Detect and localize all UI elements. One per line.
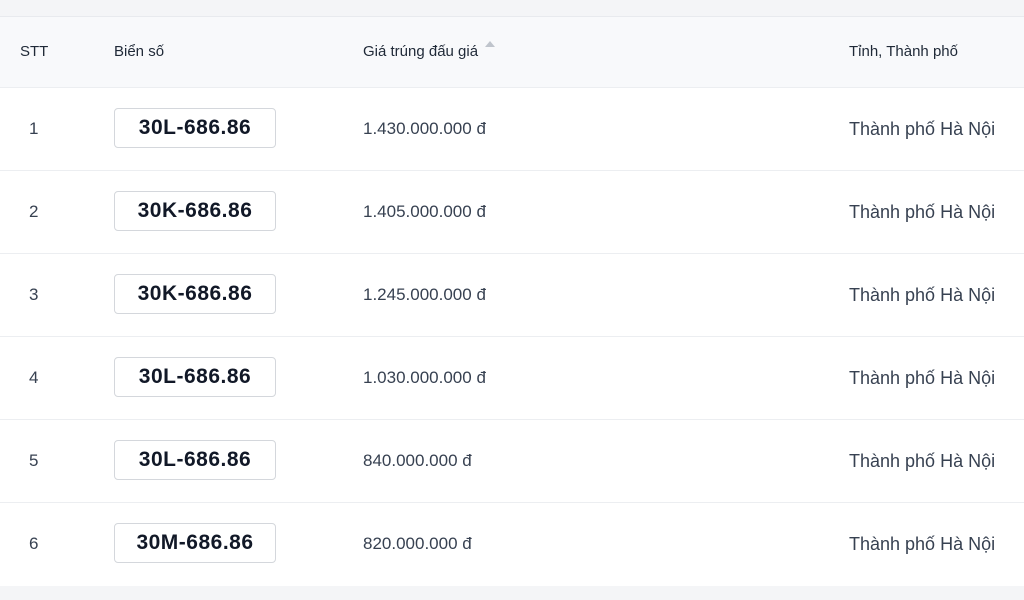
header-province: Tỉnh, Thành phố bbox=[849, 43, 958, 60]
cell-stt: 1 bbox=[29, 119, 39, 138]
table-row: 1 30L-686.86 1.430.000.000 đ Thành phố H… bbox=[0, 88, 1024, 171]
table-header: STT Biển số Giá trúng đấu giá Tỉnh, Thàn… bbox=[0, 17, 1024, 88]
cell-province: Thành phố Hà Nội bbox=[849, 285, 996, 305]
cell-stt: 5 bbox=[29, 451, 39, 470]
cell-price: 1.405.000.000 đ bbox=[363, 202, 486, 221]
cell-stt: 4 bbox=[29, 368, 39, 387]
cell-province: Thành phố Hà Nội bbox=[849, 119, 996, 139]
table-row: 6 30M-686.86 820.000.000 đ Thành phố Hà … bbox=[0, 503, 1024, 586]
cell-plate: 30L-686.86 bbox=[114, 108, 276, 148]
cell-province: Thành phố Hà Nội bbox=[849, 202, 996, 222]
page: STT Biển số Giá trúng đấu giá Tỉnh, Thàn… bbox=[0, 0, 1024, 600]
cell-price: 1.245.000.000 đ bbox=[363, 285, 486, 304]
table-row: 4 30L-686.86 1.030.000.000 đ Thành phố H… bbox=[0, 337, 1024, 420]
table-row: 2 30K-686.86 1.405.000.000 đ Thành phố H… bbox=[0, 171, 1024, 254]
license-plate[interactable]: 30M-686.86 bbox=[114, 523, 276, 563]
header-price-label: Giá trúng đấu giá bbox=[363, 43, 479, 60]
cell-plate: 30L-686.86 bbox=[114, 357, 276, 397]
header-plate: Biển số bbox=[114, 43, 165, 60]
header-price[interactable]: Giá trúng đấu giá bbox=[363, 17, 496, 87]
cell-price: 840.000.000 đ bbox=[363, 451, 472, 470]
cell-plate: 30K-686.86 bbox=[114, 191, 276, 231]
cell-stt: 3 bbox=[29, 285, 39, 304]
license-plate[interactable]: 30L-686.86 bbox=[114, 357, 276, 397]
license-plate[interactable]: 30L-686.86 bbox=[114, 108, 276, 148]
cell-plate: 30L-686.86 bbox=[114, 440, 276, 480]
sort-ascending-icon[interactable] bbox=[485, 41, 496, 47]
table-row: 3 30K-686.86 1.245.000.000 đ Thành phố H… bbox=[0, 254, 1024, 337]
license-plate[interactable]: 30K-686.86 bbox=[114, 274, 276, 314]
cell-price: 1.030.000.000 đ bbox=[363, 368, 486, 387]
top-strip bbox=[0, 0, 1024, 10]
cell-plate: 30K-686.86 bbox=[114, 274, 276, 314]
cell-price: 820.000.000 đ bbox=[363, 534, 472, 553]
cell-stt: 6 bbox=[29, 534, 39, 553]
cell-stt: 2 bbox=[29, 202, 39, 221]
cell-plate: 30M-686.86 bbox=[114, 523, 276, 563]
header-stt: STT bbox=[20, 43, 49, 60]
table-row: 5 30L-686.86 840.000.000 đ Thành phố Hà … bbox=[0, 420, 1024, 503]
cell-price: 1.430.000.000 đ bbox=[363, 119, 486, 138]
license-plate[interactable]: 30K-686.86 bbox=[114, 191, 276, 231]
cell-province: Thành phố Hà Nội bbox=[849, 534, 996, 554]
cell-province: Thành phố Hà Nội bbox=[849, 368, 996, 388]
auction-results-table: STT Biển số Giá trúng đấu giá Tỉnh, Thàn… bbox=[0, 16, 1024, 586]
cell-province: Thành phố Hà Nội bbox=[849, 451, 996, 471]
license-plate[interactable]: 30L-686.86 bbox=[114, 440, 276, 480]
